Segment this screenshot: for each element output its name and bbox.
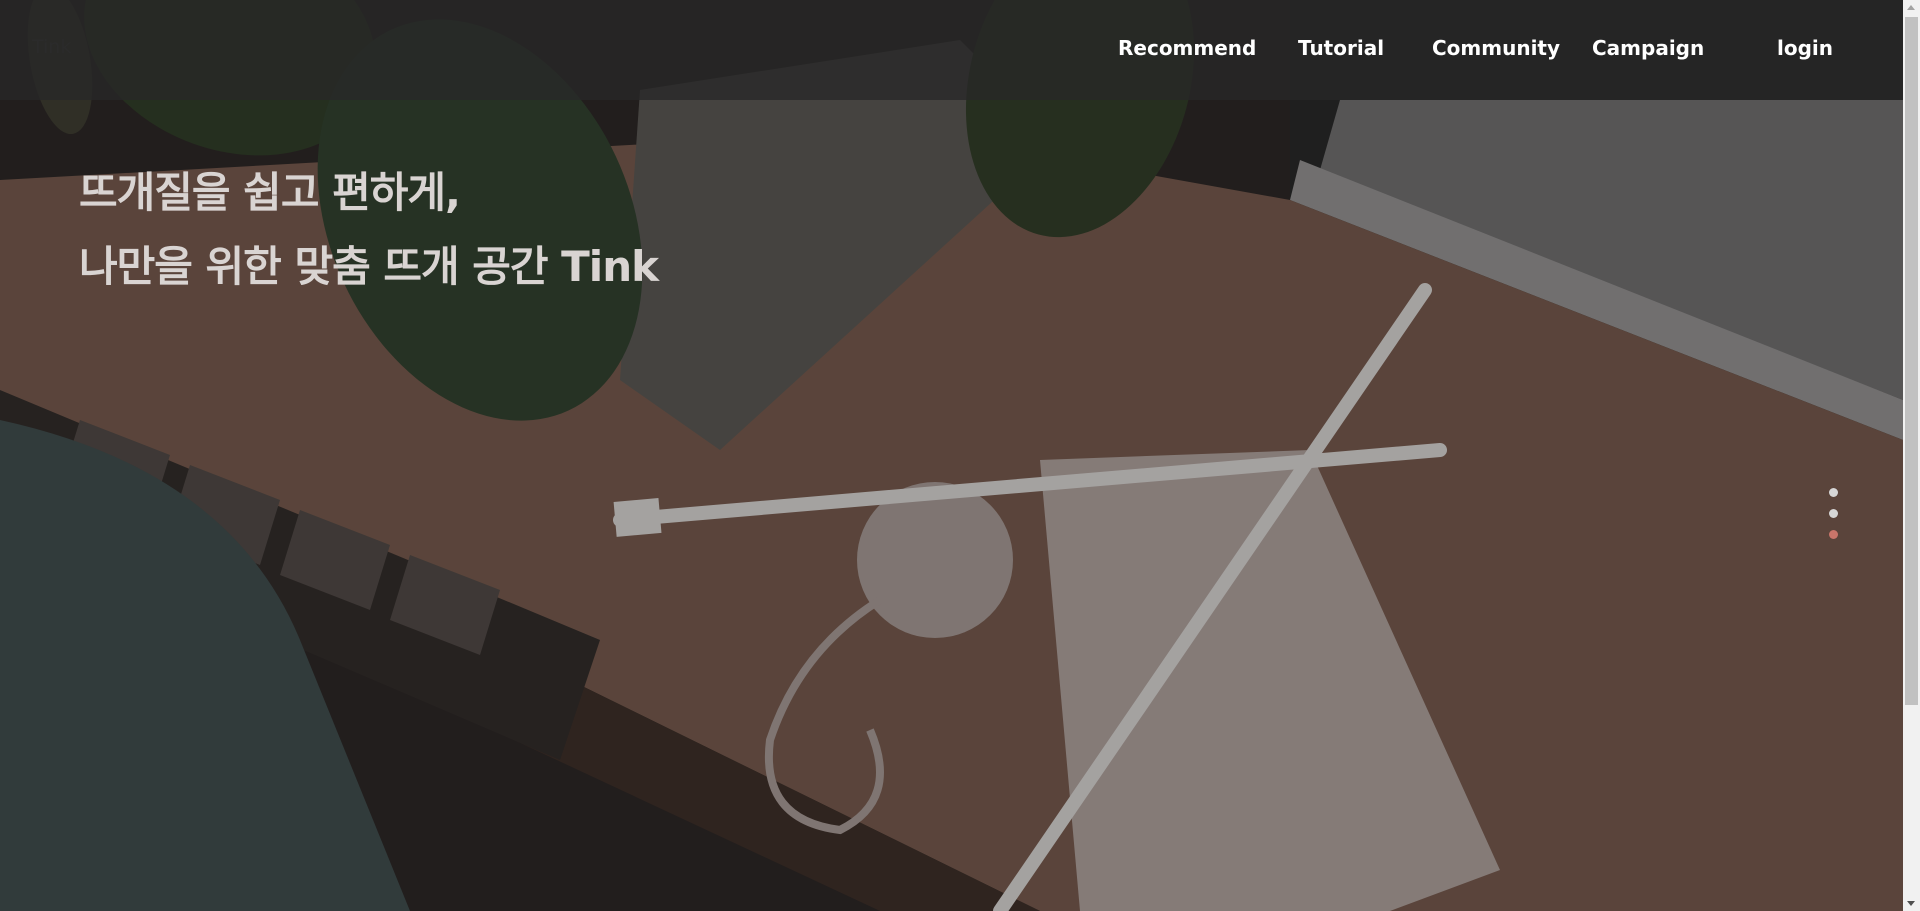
nav-campaign[interactable]: Campaign bbox=[1592, 36, 1704, 60]
logo[interactable]: Tink bbox=[32, 36, 71, 58]
page: Tink Recommend Tutorial Community Campai… bbox=[0, 0, 1920, 911]
slider-pagination bbox=[1829, 488, 1839, 551]
top-navbar: Tink Recommend Tutorial Community Campai… bbox=[0, 0, 1903, 100]
nav-community[interactable]: Community bbox=[1432, 36, 1560, 60]
hero-headline-line2: 나만을 위한 맞춤 뜨개 공간 Tink bbox=[79, 242, 659, 291]
scroll-up-arrow-icon[interactable] bbox=[1907, 5, 1915, 10]
scroll-down-arrow-icon[interactable] bbox=[1907, 901, 1915, 906]
hero-dark-overlay bbox=[0, 0, 1903, 911]
nav-recommend[interactable]: Recommend bbox=[1118, 36, 1256, 60]
slide-dot-2[interactable] bbox=[1829, 509, 1838, 518]
hero-section bbox=[0, 0, 1903, 911]
login-link[interactable]: login bbox=[1777, 36, 1833, 60]
slide-dot-3[interactable] bbox=[1829, 530, 1838, 539]
scrollbar-thumb[interactable] bbox=[1905, 17, 1918, 705]
hero-headline: 뜨개질을 쉽고 편하게, 나만을 위한 맞춤 뜨개 공간 Tink bbox=[79, 156, 659, 304]
vertical-scrollbar[interactable] bbox=[1903, 0, 1920, 911]
hero-headline-line1: 뜨개질을 쉽고 편하게, bbox=[79, 168, 461, 217]
slide-dot-1[interactable] bbox=[1829, 488, 1838, 497]
nav-tutorial[interactable]: Tutorial bbox=[1298, 36, 1384, 60]
